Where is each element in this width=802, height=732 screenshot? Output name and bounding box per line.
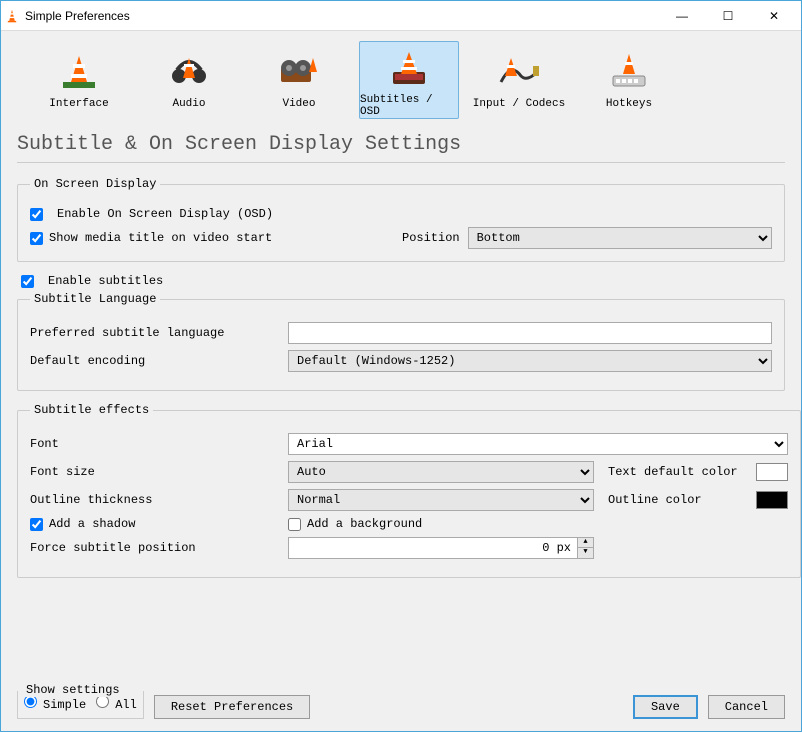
page-title: Subtitle & On Screen Display Settings <box>17 129 785 163</box>
preferred-lang-input[interactable] <box>288 322 772 344</box>
minimize-button[interactable]: — <box>659 1 705 31</box>
effects-legend: Subtitle effects <box>30 403 153 417</box>
radio-all-wrap[interactable]: All <box>96 695 137 712</box>
show-title-checkbox[interactable] <box>30 232 43 245</box>
enable-subtitles-label: Enable subtitles <box>48 274 163 288</box>
tab-label: Interface <box>49 98 108 110</box>
tab-label: Input / Codecs <box>473 98 565 110</box>
tab-label: Audio <box>172 98 205 110</box>
outline-thickness-label: Outline thickness <box>30 493 288 507</box>
position-label: Position <box>402 231 460 245</box>
lang-legend: Subtitle Language <box>30 292 160 306</box>
enable-osd-label: Enable On Screen Display (OSD) <box>57 207 273 221</box>
encoding-select[interactable]: Default (Windows-1252) <box>288 350 772 372</box>
tab-label: Hotkeys <box>606 98 652 110</box>
outline-color-label: Outline color <box>608 493 748 507</box>
add-shadow-label: Add a shadow <box>49 517 135 531</box>
tab-label: Video <box>282 98 315 110</box>
vlc-cone-icon <box>5 9 19 23</box>
font-select[interactable]: Arial <box>288 433 788 455</box>
input-codecs-icon <box>497 50 541 94</box>
show-title-label: Show media title on video start <box>49 231 272 245</box>
fontsize-select[interactable]: Auto <box>288 461 594 483</box>
maximize-button[interactable]: ☐ <box>705 1 751 31</box>
fontsize-label: Font size <box>30 465 288 479</box>
force-pos-input[interactable] <box>288 537 578 559</box>
save-button[interactable]: Save <box>633 695 698 719</box>
force-pos-label: Force subtitle position <box>30 541 288 555</box>
encoding-label: Default encoding <box>30 354 288 368</box>
tab-subtitles[interactable]: Subtitles / OSD <box>359 41 459 119</box>
subtitles-icon <box>387 50 431 90</box>
footer: Show settings Simple All Reset Preferenc… <box>1 683 801 731</box>
preferred-lang-label: Preferred subtitle language <box>30 326 288 340</box>
enable-osd-checkbox[interactable] <box>30 208 43 221</box>
subtitle-language-group: Subtitle Language Preferred subtitle lan… <box>17 292 785 391</box>
radio-simple-wrap[interactable]: Simple <box>24 695 86 712</box>
interface-icon <box>59 50 99 94</box>
tab-interface[interactable]: Interface <box>29 41 129 119</box>
show-settings-group: Show settings Simple All <box>17 691 144 719</box>
enable-subtitles-checkbox[interactable] <box>21 275 34 288</box>
window-title: Simple Preferences <box>25 9 659 23</box>
outline-color-swatch[interactable] <box>756 491 788 509</box>
reset-preferences-button[interactable]: Reset Preferences <box>154 695 310 719</box>
close-button[interactable]: ✕ <box>751 1 797 31</box>
text-color-label: Text default color <box>608 465 748 479</box>
video-icon <box>277 50 321 94</box>
osd-legend: On Screen Display <box>30 177 160 191</box>
cancel-button[interactable]: Cancel <box>708 695 785 719</box>
force-pos-spinner[interactable]: ▲▼ <box>578 537 594 559</box>
position-select[interactable]: Bottom <box>468 227 772 249</box>
font-label: Font <box>30 437 288 451</box>
show-settings-label: Show settings <box>22 683 124 697</box>
tab-input-codecs[interactable]: Input / Codecs <box>469 41 569 119</box>
outline-thickness-select[interactable]: Normal <box>288 489 594 511</box>
titlebar: Simple Preferences — ☐ ✕ <box>1 1 801 31</box>
audio-icon <box>169 50 209 94</box>
subtitle-effects-group: Subtitle effects Font Arial Font size Au… <box>17 403 801 578</box>
tab-hotkeys[interactable]: Hotkeys <box>579 41 679 119</box>
category-tabs: Interface Audio Video Subtitles / OSD In… <box>17 41 785 119</box>
add-background-label: Add a background <box>307 517 422 531</box>
tab-video[interactable]: Video <box>249 41 349 119</box>
osd-group: On Screen Display Enable On Screen Displ… <box>17 177 785 262</box>
add-background-checkbox[interactable] <box>288 518 301 531</box>
add-shadow-checkbox[interactable] <box>30 518 43 531</box>
hotkeys-icon <box>607 50 651 94</box>
text-color-swatch[interactable] <box>756 463 788 481</box>
tab-label: Subtitles / OSD <box>360 94 458 118</box>
tab-audio[interactable]: Audio <box>139 41 239 119</box>
